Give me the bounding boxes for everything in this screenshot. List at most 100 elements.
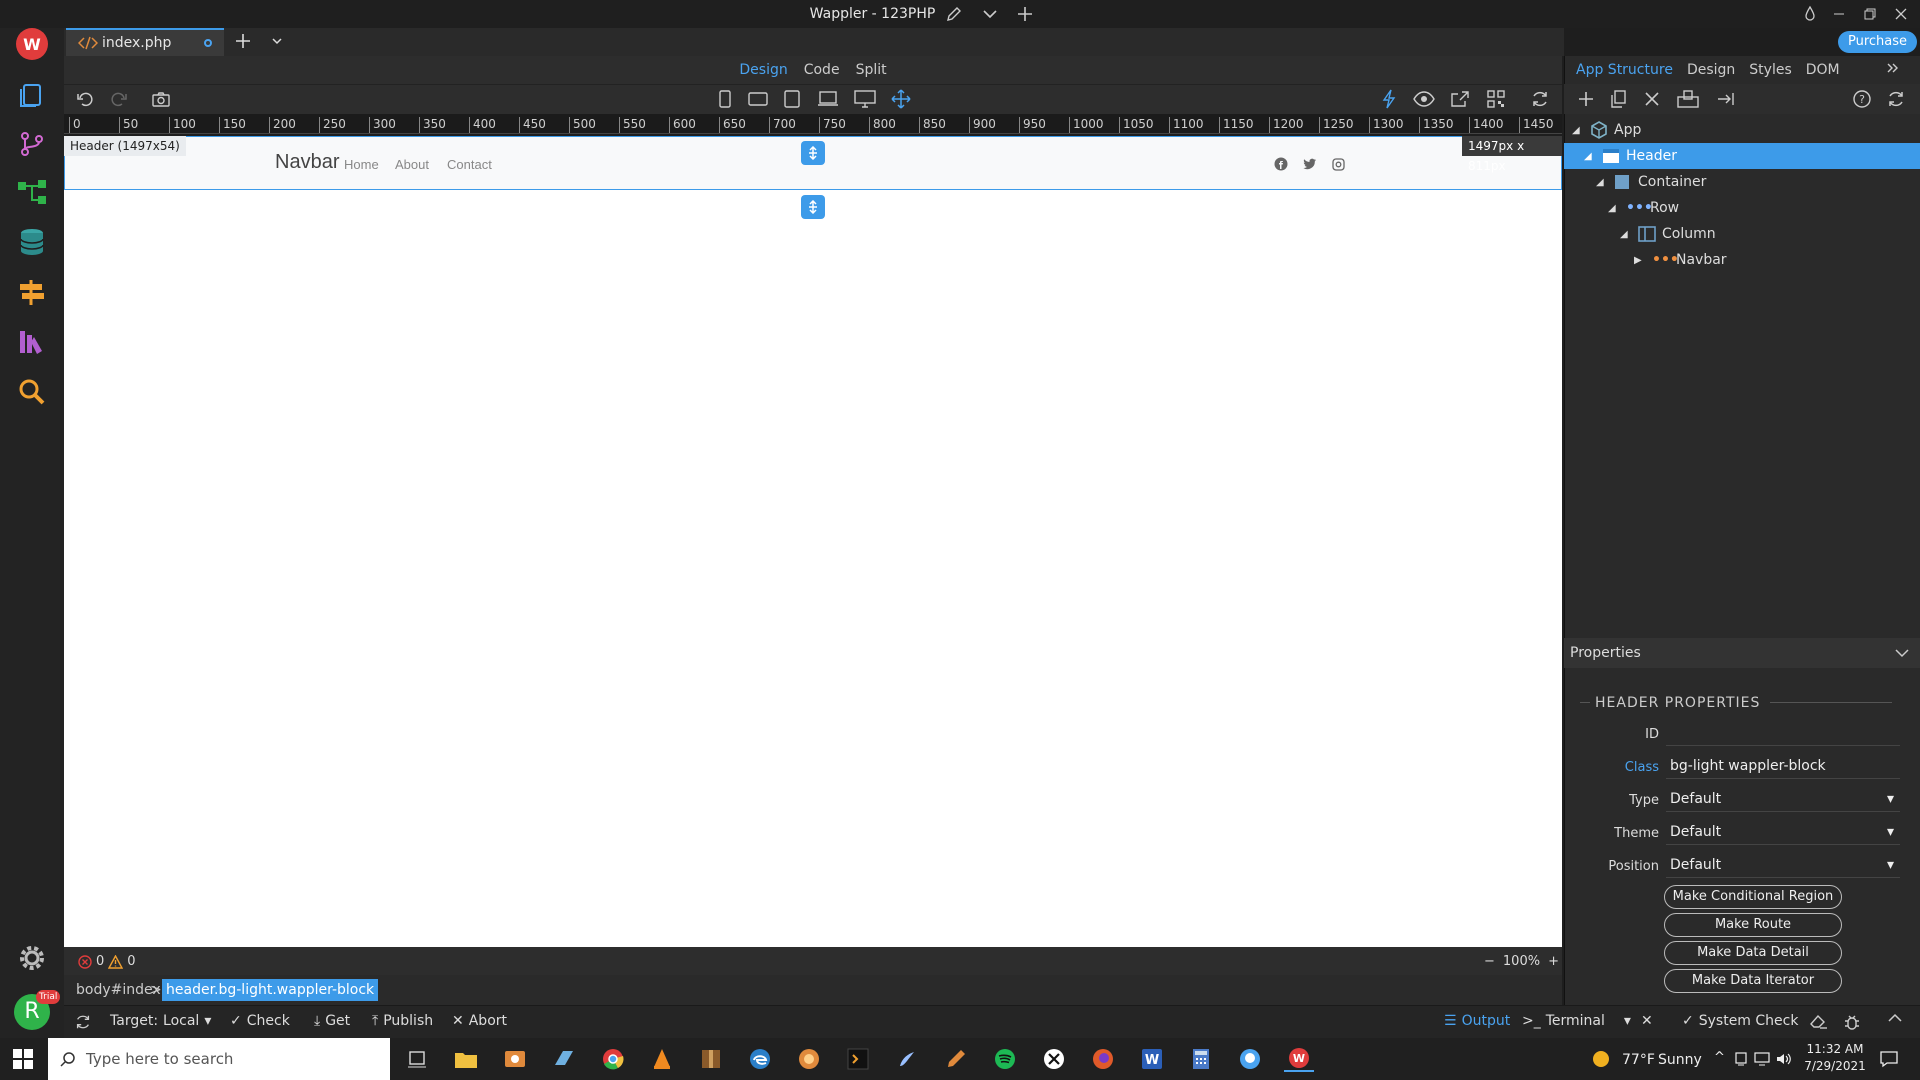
network-icon[interactable] [1754, 1052, 1770, 1066]
screenshot-camera-icon[interactable] [149, 88, 173, 110]
firefox-icon[interactable] [1088, 1046, 1118, 1072]
debug-bug-icon[interactable] [1844, 1013, 1860, 1031]
paint-app-icon[interactable] [892, 1046, 922, 1072]
collapse-triangle-icon[interactable]: ◢ [1596, 177, 1614, 188]
id-input[interactable] [1666, 720, 1900, 746]
help-icon[interactable]: ? [1850, 88, 1874, 110]
windows-start-icon[interactable] [12, 1048, 34, 1070]
device-full-width-icon[interactable] [889, 88, 913, 110]
twitter-icon[interactable] [1302, 156, 1318, 172]
abort-button[interactable]: ✕ Abort [452, 1013, 507, 1029]
duplicate-icon[interactable] [1606, 88, 1630, 110]
tab-styles[interactable]: Styles [1749, 62, 1791, 78]
wrap-element-icon[interactable] [1676, 88, 1700, 110]
make-data-detail-button[interactable]: Make Data Detail [1664, 941, 1842, 965]
collapse-triangle-icon[interactable]: ◢ [1620, 229, 1638, 240]
mode-design[interactable]: Design [739, 62, 787, 78]
device-phone-landscape-icon[interactable] [746, 88, 770, 110]
git-branch-icon[interactable] [14, 126, 50, 162]
tree-node-column[interactable]: ◢ Column [1564, 221, 1920, 247]
tray-chevron-up-icon[interactable]: ^ [1714, 1050, 1725, 1065]
database-icon[interactable] [14, 224, 50, 260]
close-window-button[interactable] [1886, 0, 1916, 28]
share-open-icon[interactable] [1448, 88, 1472, 110]
tray-device-icon[interactable] [1734, 1052, 1748, 1066]
sync-icon[interactable] [74, 1013, 92, 1031]
inkscape-icon[interactable] [941, 1046, 971, 1072]
zoom-out-button[interactable]: − [1484, 954, 1495, 969]
position-select[interactable]: Default ▾ [1666, 852, 1900, 878]
tab-dom[interactable]: DOM [1806, 62, 1840, 78]
workflow-icon[interactable] [14, 174, 50, 210]
tab-design[interactable]: Design [1687, 62, 1735, 78]
routes-signpost-icon[interactable] [14, 274, 50, 310]
firefox-alt-icon[interactable] [794, 1046, 824, 1072]
theme-select[interactable]: Default ▾ [1666, 819, 1900, 845]
tab-list-chevron-icon[interactable] [270, 34, 284, 48]
make-conditional-region-button[interactable]: Make Conditional Region [1664, 885, 1842, 909]
get-button[interactable]: ⤓ Get [314, 1013, 350, 1029]
move-into-icon[interactable] [1714, 88, 1738, 110]
pages-icon[interactable] [14, 76, 50, 112]
tree-node-navbar[interactable]: ▶ ••• Navbar [1564, 247, 1920, 273]
redo-icon[interactable] [107, 88, 131, 110]
undo-icon[interactable] [73, 88, 97, 110]
x-app-icon[interactable] [1039, 1046, 1069, 1072]
device-laptop-icon[interactable] [816, 88, 840, 110]
make-data-iterator-button[interactable]: Make Data Iterator [1664, 969, 1842, 993]
search-icon[interactable] [14, 374, 50, 410]
add-element-plus-icon[interactable] [1574, 88, 1598, 110]
unsaved-dot-icon[interactable] [204, 39, 212, 47]
expand-panel-icon[interactable] [1886, 61, 1900, 75]
notifications-icon[interactable] [1880, 1050, 1898, 1068]
nav-link-home[interactable]: Home [344, 157, 379, 172]
tree-node-row[interactable]: ◢ ••• Row [1564, 195, 1920, 221]
insert-after-icon[interactable] [801, 195, 825, 219]
properties-header[interactable]: Properties [1564, 638, 1920, 668]
clock-time[interactable]: 11:32 AM [1802, 1042, 1868, 1056]
drop-icon[interactable] [1803, 5, 1817, 23]
nav-link-contact[interactable]: Contact [447, 157, 492, 172]
plus-icon[interactable] [1016, 5, 1034, 23]
restore-button[interactable] [1855, 0, 1885, 28]
weather-text[interactable]: Sunny [1658, 1052, 1702, 1068]
tree-node-container[interactable]: ◢ Container [1564, 169, 1920, 195]
design-canvas[interactable]: Navbar Home About Contact Header (1497x5… [64, 136, 1562, 947]
type-select[interactable]: Default ▾ [1666, 786, 1900, 812]
preview-eye-icon[interactable] [1412, 88, 1436, 110]
terminal-app-icon[interactable] [843, 1046, 873, 1072]
weather-temp[interactable]: 77°F [1622, 1052, 1655, 1068]
collapse-triangle-icon[interactable]: ◢ [1572, 125, 1590, 136]
zoom-in-button[interactable]: + [1548, 954, 1559, 969]
publish-button[interactable]: ⤒ Publish [372, 1013, 433, 1029]
device-desktop-icon[interactable] [853, 88, 877, 110]
refresh-icon[interactable] [1528, 88, 1552, 110]
taskbar-search-box[interactable]: Type here to search [48, 1038, 390, 1080]
minimize-button[interactable] [1824, 0, 1854, 28]
breadcrumb-selected[interactable]: header.bg-light.wappler-block [162, 979, 379, 1001]
output-tab[interactable]: ☰ Output [1444, 1013, 1510, 1029]
breadcrumb-body[interactable]: body#index [76, 982, 161, 998]
collapse-triangle-icon[interactable]: ◢ [1584, 151, 1602, 162]
make-route-button[interactable]: Make Route [1664, 913, 1842, 937]
chrome-icon[interactable] [598, 1046, 628, 1072]
nav-link-about[interactable]: About [395, 157, 429, 172]
close-panel-icon[interactable]: ✕ [1641, 1013, 1653, 1029]
collapse-up-icon[interactable] [1888, 1013, 1902, 1023]
chevron-down-icon[interactable] [981, 6, 999, 22]
new-tab-plus-icon[interactable] [234, 32, 252, 50]
instagram-icon[interactable] [1330, 156, 1346, 172]
tab-index-php[interactable]: index.php [66, 28, 224, 56]
lightning-icon[interactable] [1377, 88, 1401, 110]
refresh-structure-icon[interactable] [1884, 88, 1908, 110]
expand-triangle-icon[interactable]: ▶ [1634, 255, 1652, 266]
github-desktop-icon[interactable] [1235, 1046, 1265, 1072]
clock-date[interactable]: 7/29/2021 [1802, 1059, 1868, 1073]
calculator-icon[interactable] [1186, 1046, 1216, 1072]
insert-inside-icon[interactable] [801, 141, 825, 165]
resources-icon[interactable] [14, 324, 50, 360]
system-check-button[interactable]: ✓ System Check [1682, 1013, 1798, 1029]
class-input[interactable]: bg-light wappler-block [1666, 753, 1900, 779]
eraser-icon[interactable] [1810, 1013, 1828, 1029]
target-select[interactable]: Target: Local ▾ [110, 1013, 211, 1029]
